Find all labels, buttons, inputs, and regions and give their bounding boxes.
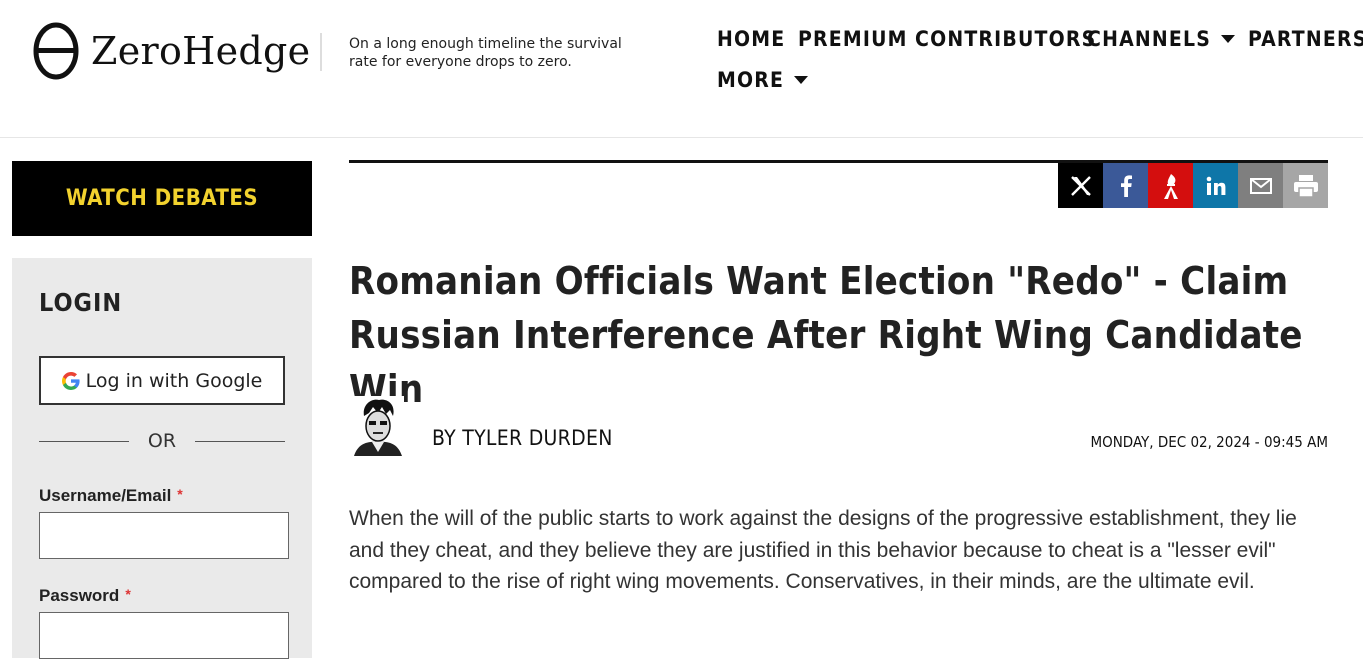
article-date: MONDAY, DEC 02, 2024 - 09:45 AM: [1090, 433, 1328, 451]
google-login-label: Log in with Google: [85, 369, 263, 392]
nav-label: MORE: [717, 68, 785, 92]
site-name: ZeroHedge: [91, 29, 311, 73]
article-byline[interactable]: BY TYLER DURDEN: [432, 426, 613, 450]
share-gab-button[interactable]: [1148, 163, 1193, 208]
watch-debates-button[interactable]: WATCH DEBATES: [12, 161, 312, 236]
share-x-button[interactable]: [1058, 163, 1103, 208]
nav-item-home[interactable]: HOME: [717, 27, 785, 51]
login-title: LOGIN: [39, 288, 123, 317]
divider-line: [195, 441, 285, 442]
site-tagline: On a long enough timeline the survival r…: [349, 36, 622, 70]
nav-item-channels[interactable]: CHANNELS: [1087, 27, 1236, 51]
gab-icon: [1163, 173, 1178, 199]
author-avatar[interactable]: [352, 396, 404, 456]
nav-label: HOME: [717, 27, 786, 51]
share-facebook-button[interactable]: [1103, 163, 1148, 208]
password-label-text: Password: [39, 586, 120, 605]
required-mark: *: [177, 486, 183, 502]
print-icon: [1293, 174, 1318, 198]
x-icon: [1070, 175, 1091, 196]
nav-label: PREMIUM: [798, 27, 908, 51]
zerohedge-logo-icon: [33, 22, 79, 80]
share-email-button[interactable]: [1238, 163, 1283, 208]
login-panel: LOGIN Log in with Google OR Username/Ema…: [12, 258, 312, 659]
facebook-icon: [1120, 174, 1132, 197]
article-headline: Romanian Officials Want Election "Redo" …: [349, 259, 1303, 411]
username-label: Username/Email *: [39, 486, 183, 506]
username-label-text: Username/Email: [39, 486, 172, 505]
google-login-button[interactable]: Log in with Google: [39, 356, 285, 405]
nav-item-contributors[interactable]: CONTRIBUTORS: [915, 27, 1096, 51]
share-print-button[interactable]: [1283, 163, 1328, 208]
required-mark: *: [125, 586, 131, 602]
share-linkedin-button[interactable]: [1193, 163, 1238, 208]
username-field[interactable]: [39, 512, 289, 559]
nav-item-premium[interactable]: PREMIUM: [798, 27, 908, 51]
email-icon: [1249, 177, 1272, 194]
watch-debates-label: WATCH DEBATES: [65, 186, 259, 211]
nav-item-more[interactable]: MORE: [717, 68, 809, 92]
nav-item-partners[interactable]: PARTNERS: [1248, 27, 1363, 51]
or-divider: OR: [39, 430, 285, 454]
nav-label: CHANNELS: [1087, 27, 1212, 51]
caret-down-icon: [794, 76, 809, 84]
password-label: Password *: [39, 586, 131, 606]
article-body: When the will of the public starts to wo…: [349, 507, 1297, 593]
caret-down-icon: [1221, 35, 1236, 43]
site-logo[interactable]: ZeroHedge: [33, 22, 310, 80]
nav-label: PARTNERS: [1248, 27, 1363, 51]
nav-label: CONTRIBUTORS: [915, 27, 1097, 51]
header-divider: [320, 33, 322, 71]
linkedin-icon: [1206, 176, 1225, 195]
google-icon: [61, 371, 80, 390]
site-header: ZeroHedge On a long enough timeline the …: [0, 0, 1363, 138]
